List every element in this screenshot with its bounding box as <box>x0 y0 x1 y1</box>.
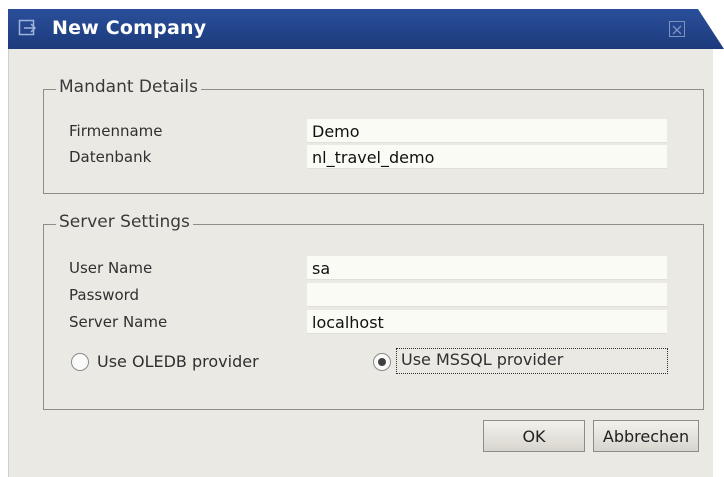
title-bar-corner <box>698 9 724 49</box>
mssql-radio[interactable] <box>373 353 391 371</box>
dialog-body: Mandant Details Firmenname Demo Datenban… <box>8 49 713 477</box>
user-name-field[interactable]: sa <box>307 256 667 280</box>
firmenname-field[interactable]: Demo <box>307 119 667 143</box>
ok-button[interactable]: OK <box>483 420 585 452</box>
password-field[interactable] <box>307 283 667 307</box>
server-name-field[interactable]: localhost <box>307 310 667 334</box>
mandant-details-legend: Mandant Details <box>56 77 201 97</box>
server-name-label: Server Name <box>69 313 168 331</box>
datenbank-field[interactable]: nl_travel_demo <box>307 145 667 169</box>
title-bar: New Company <box>8 9 724 49</box>
close-icon[interactable] <box>669 21 685 37</box>
firmenname-label: Firmenname <box>69 122 163 140</box>
window-menu-icon[interactable] <box>18 19 37 37</box>
oledb-radio[interactable] <box>71 353 89 371</box>
mssql-radio-label[interactable]: Use MSSQL provider <box>396 348 668 374</box>
server-settings-legend: Server Settings <box>56 212 193 232</box>
password-label: Password <box>69 286 140 304</box>
cancel-button[interactable]: Abbrechen <box>593 420 699 452</box>
user-name-label: User Name <box>69 259 153 277</box>
datenbank-label: Datenbank <box>69 148 152 166</box>
window-title: New Company <box>52 17 207 39</box>
oledb-radio-label[interactable]: Use OLEDB provider <box>97 352 259 371</box>
